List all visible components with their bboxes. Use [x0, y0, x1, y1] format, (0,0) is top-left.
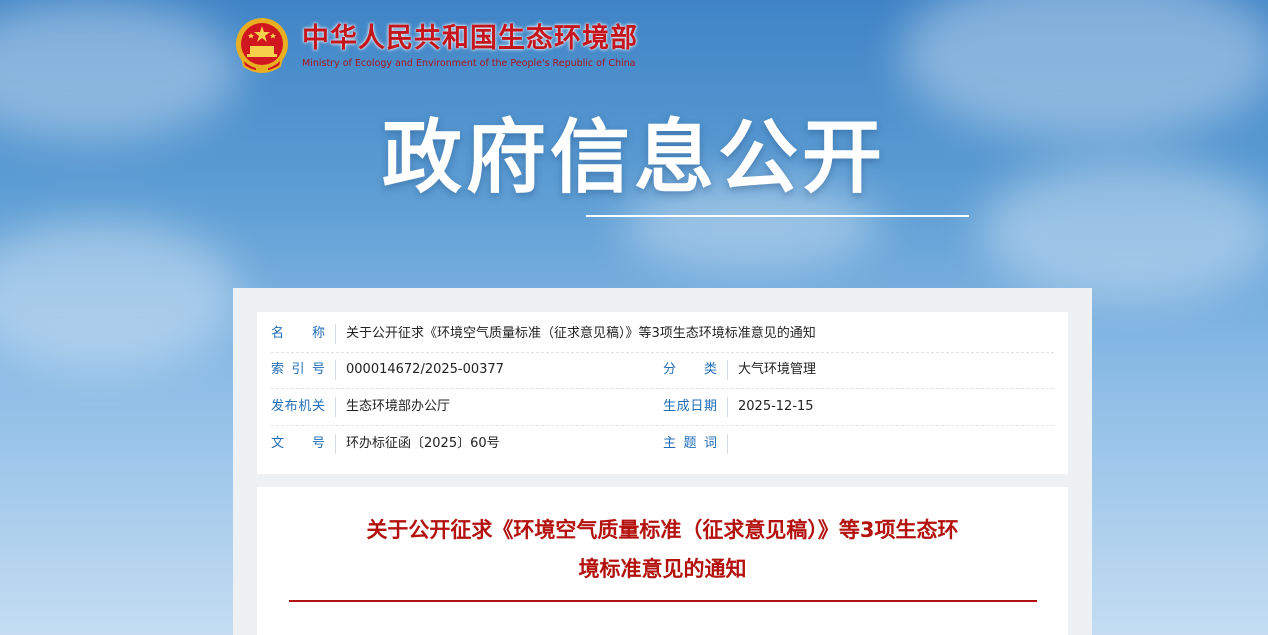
meta-label: 分 类 — [663, 360, 728, 381]
cloud-decoration — [0, 220, 240, 370]
meta-row-issuer: 发布机关 生态环境部办公厅 生成日期 2025-12-15 — [271, 389, 1054, 426]
meta-value-name: 关于公开征求《环境空气质量标准（征求意见稿）》等3项生态环境标准意见的通知 — [346, 325, 816, 341]
meta-label: 生成日期 — [663, 396, 728, 417]
meta-row-name: 名 称 关于公开征求《环境空气质量标准（征求意见稿）》等3项生态环境标准意见的通… — [271, 316, 1054, 353]
meta-value-category: 大气环境管理 — [738, 362, 817, 378]
meta-label: 名 称 — [271, 323, 336, 344]
banner-underline — [586, 215, 969, 217]
document-title: 关于公开征求《环境空气质量标准（征求意见稿）》等3项生态环 境标准意见的通知 — [317, 511, 1008, 589]
site-header[interactable]: 中华人民共和国生态环境部 Ministry of Ecology and Env… — [234, 16, 638, 76]
document-title-line1: 关于公开征求《环境空气质量标准（征求意见稿）》等3项生态环 — [366, 518, 959, 542]
metadata-table: 名 称 关于公开征求《环境空气质量标准（征求意见稿）》等3项生态环境标准意见的通… — [257, 312, 1068, 474]
title-divider — [289, 600, 1037, 602]
ministry-name: 中华人民共和国生态环境部 Ministry of Ecology and Env… — [302, 22, 638, 70]
meta-value-docno: 环办标征函〔2025〕60号 — [346, 435, 500, 451]
content-container: 名 称 关于公开征求《环境空气质量标准（征求意见稿）》等3项生态环境标准意见的通… — [233, 288, 1092, 635]
meta-row-index: 索 引 号 000014672/2025-00377 分 类 大气环境管理 — [271, 353, 1054, 389]
meta-value-issuer: 生态环境部办公厅 — [346, 398, 451, 414]
meta-label: 发布机关 — [271, 396, 336, 417]
meta-label: 索 引 号 — [271, 360, 336, 381]
national-emblem-icon — [234, 16, 290, 76]
document-card: 关于公开征求《环境空气质量标准（征求意见稿）》等3项生态环 境标准意见的通知 — [257, 487, 1068, 635]
banner-title: 政府信息公开 — [382, 111, 886, 204]
ministry-name-en: Ministry of Ecology and Environment of t… — [302, 58, 636, 69]
meta-value-date: 2025-12-15 — [738, 398, 814, 414]
meta-row-docno: 文 号 环办标征函〔2025〕60号 主 题 词 — [271, 426, 1054, 463]
document-title-line2: 境标准意见的通知 — [578, 557, 747, 581]
meta-value-index: 000014672/2025-00377 — [346, 362, 504, 378]
meta-label: 文 号 — [271, 433, 336, 454]
ministry-name-cn: 中华人民共和国生态环境部 — [302, 23, 638, 54]
meta-label: 主 题 词 — [663, 433, 728, 454]
